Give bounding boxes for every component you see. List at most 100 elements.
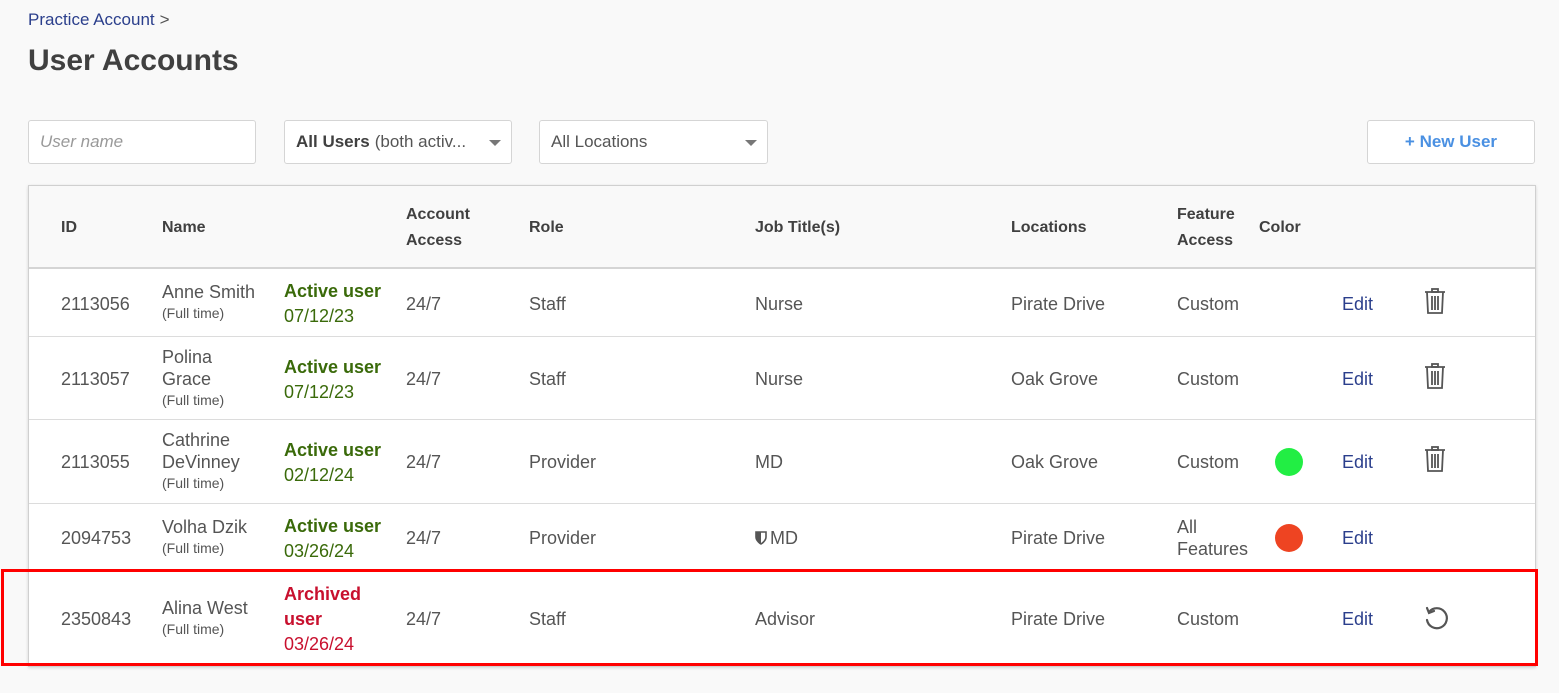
header-id: ID [61,219,77,236]
feature-access: Custom [1177,452,1240,472]
table-row: 2113056 Anne Smith (Full time) Active us… [29,269,1535,337]
feature-access: Custom [1177,294,1240,314]
location: Pirate Drive [1011,294,1106,314]
job-title: Nurse [755,294,804,314]
user-status: Active user 02/12/24 [284,438,381,488]
user-color-swatch [1275,524,1303,552]
employment-type: (Full time) [162,392,225,408]
user-name-cell: Anne Smith (Full time) [162,281,272,323]
role: Staff [529,369,566,389]
edit-link[interactable]: Edit [1342,451,1373,473]
edit-link[interactable]: Edit [1342,293,1373,315]
locations-select[interactable]: All Locations [539,120,768,164]
header-name: Name [162,219,206,236]
account-access: 24/7 [406,452,442,472]
users-status-select[interactable]: All Users (both activ... [284,120,512,164]
user-status: Active user 07/12/23 [284,279,381,329]
feature-access: Custom [1177,369,1240,389]
status-label: Active user [284,281,382,301]
role: Provider [529,452,597,472]
status-date: 07/12/23 [284,382,355,402]
user-accounts-table: ID Name Account Access Role Job Title(s)… [28,185,1536,667]
status-date: 03/26/24 [284,541,355,561]
header-locations: Locations [1011,219,1087,236]
account-access: 24/7 [406,609,442,629]
status-date: 03/26/24 [284,634,355,654]
user-id: 2094753 [61,528,132,548]
feature-access: All Features [1177,517,1249,559]
location: Oak Grove [1011,452,1099,472]
users-select-bold-label: All Users [296,132,370,151]
chevron-down-icon [489,140,501,146]
user-name: Volha Dzik [162,517,248,537]
employment-type: (Full time) [162,475,225,491]
user-id: 2350843 [61,609,132,629]
user-id: 2113056 [61,294,130,314]
chevron-down-icon [745,140,757,146]
table-row: 2350843 Alina West (Full time) Archived … [29,570,1535,668]
employment-type: (Full time) [162,540,225,556]
role: Staff [529,294,566,314]
location: Pirate Drive [1011,609,1106,629]
user-name-cell: Volha Dzik (Full time) [162,516,272,558]
user-status: Active user 03/26/24 [284,514,381,564]
account-access: 24/7 [406,528,442,548]
user-name-search-input[interactable]: User name [28,120,256,164]
status-label: Active user [284,516,382,536]
job-title: MD [755,452,783,472]
user-id: 2113055 [61,452,130,472]
trash-icon[interactable] [1424,446,1446,477]
user-name-cell: Polina Grace (Full time) [162,346,262,410]
header-job-titles: Job Title(s) [755,219,841,236]
users-select-rest-label: (both activ... [374,132,467,151]
user-name: Polina Grace [162,347,213,389]
header-color: Color [1259,219,1301,236]
table-row: 2094753 Volha Dzik (Full time) Active us… [29,504,1535,570]
user-color-swatch [1275,448,1303,476]
role: Provider [529,528,597,548]
user-name-cell: Alina West (Full time) [162,597,272,639]
edit-link[interactable]: Edit [1342,608,1373,630]
employment-type: (Full time) [162,305,225,321]
trash-icon[interactable] [1424,288,1446,319]
locations-select-label: All Locations [551,132,648,151]
header-role: Role [529,219,564,236]
restore-icon[interactable] [1423,605,1449,636]
user-id: 2113057 [61,369,130,389]
status-date: 02/12/24 [284,465,355,485]
user-status: Active user 07/12/23 [284,355,381,405]
user-status: Archived user 03/26/24 [284,582,374,657]
edit-link[interactable]: Edit [1342,368,1373,390]
status-label: Active user [284,440,382,460]
table-row: 2113055 Cathrine DeVinney (Full time) Ac… [29,420,1535,504]
header-account-access: Account Access [406,206,470,249]
status-label: Active user [284,357,382,377]
role: Staff [529,609,566,629]
table-row: 2113057 Polina Grace (Full time) Active … [29,337,1535,420]
job-title: Advisor [755,609,816,629]
user-name-cell: Cathrine DeVinney (Full time) [162,429,262,493]
search-placeholder: User name [40,132,124,151]
status-date: 07/12/23 [284,306,355,326]
job-title: MD [770,528,798,548]
location: Pirate Drive [1011,528,1106,548]
location: Oak Grove [1011,369,1099,389]
edit-link[interactable]: Edit [1342,527,1373,549]
trash-icon[interactable] [1424,363,1446,394]
breadcrumb-separator: > [159,10,170,29]
user-name: Alina West [162,598,248,618]
employment-type: (Full time) [162,621,225,637]
feature-access: Custom [1177,609,1240,629]
job-title: Nurse [755,369,804,389]
breadcrumb-link-practice-account[interactable]: Practice Account [28,10,155,29]
shield-icon [755,531,767,545]
status-label: Archived user [284,584,362,629]
account-access: 24/7 [406,294,442,314]
user-name: Anne Smith [162,282,256,302]
breadcrumb: Practice Account > [28,10,170,30]
account-access: 24/7 [406,369,442,389]
job-title-cell: MD [755,527,798,549]
header-feature-access: Feature Access [1177,206,1235,249]
table-header: ID Name Account Access Role Job Title(s)… [29,186,1535,269]
new-user-button[interactable]: + New User [1367,120,1535,164]
